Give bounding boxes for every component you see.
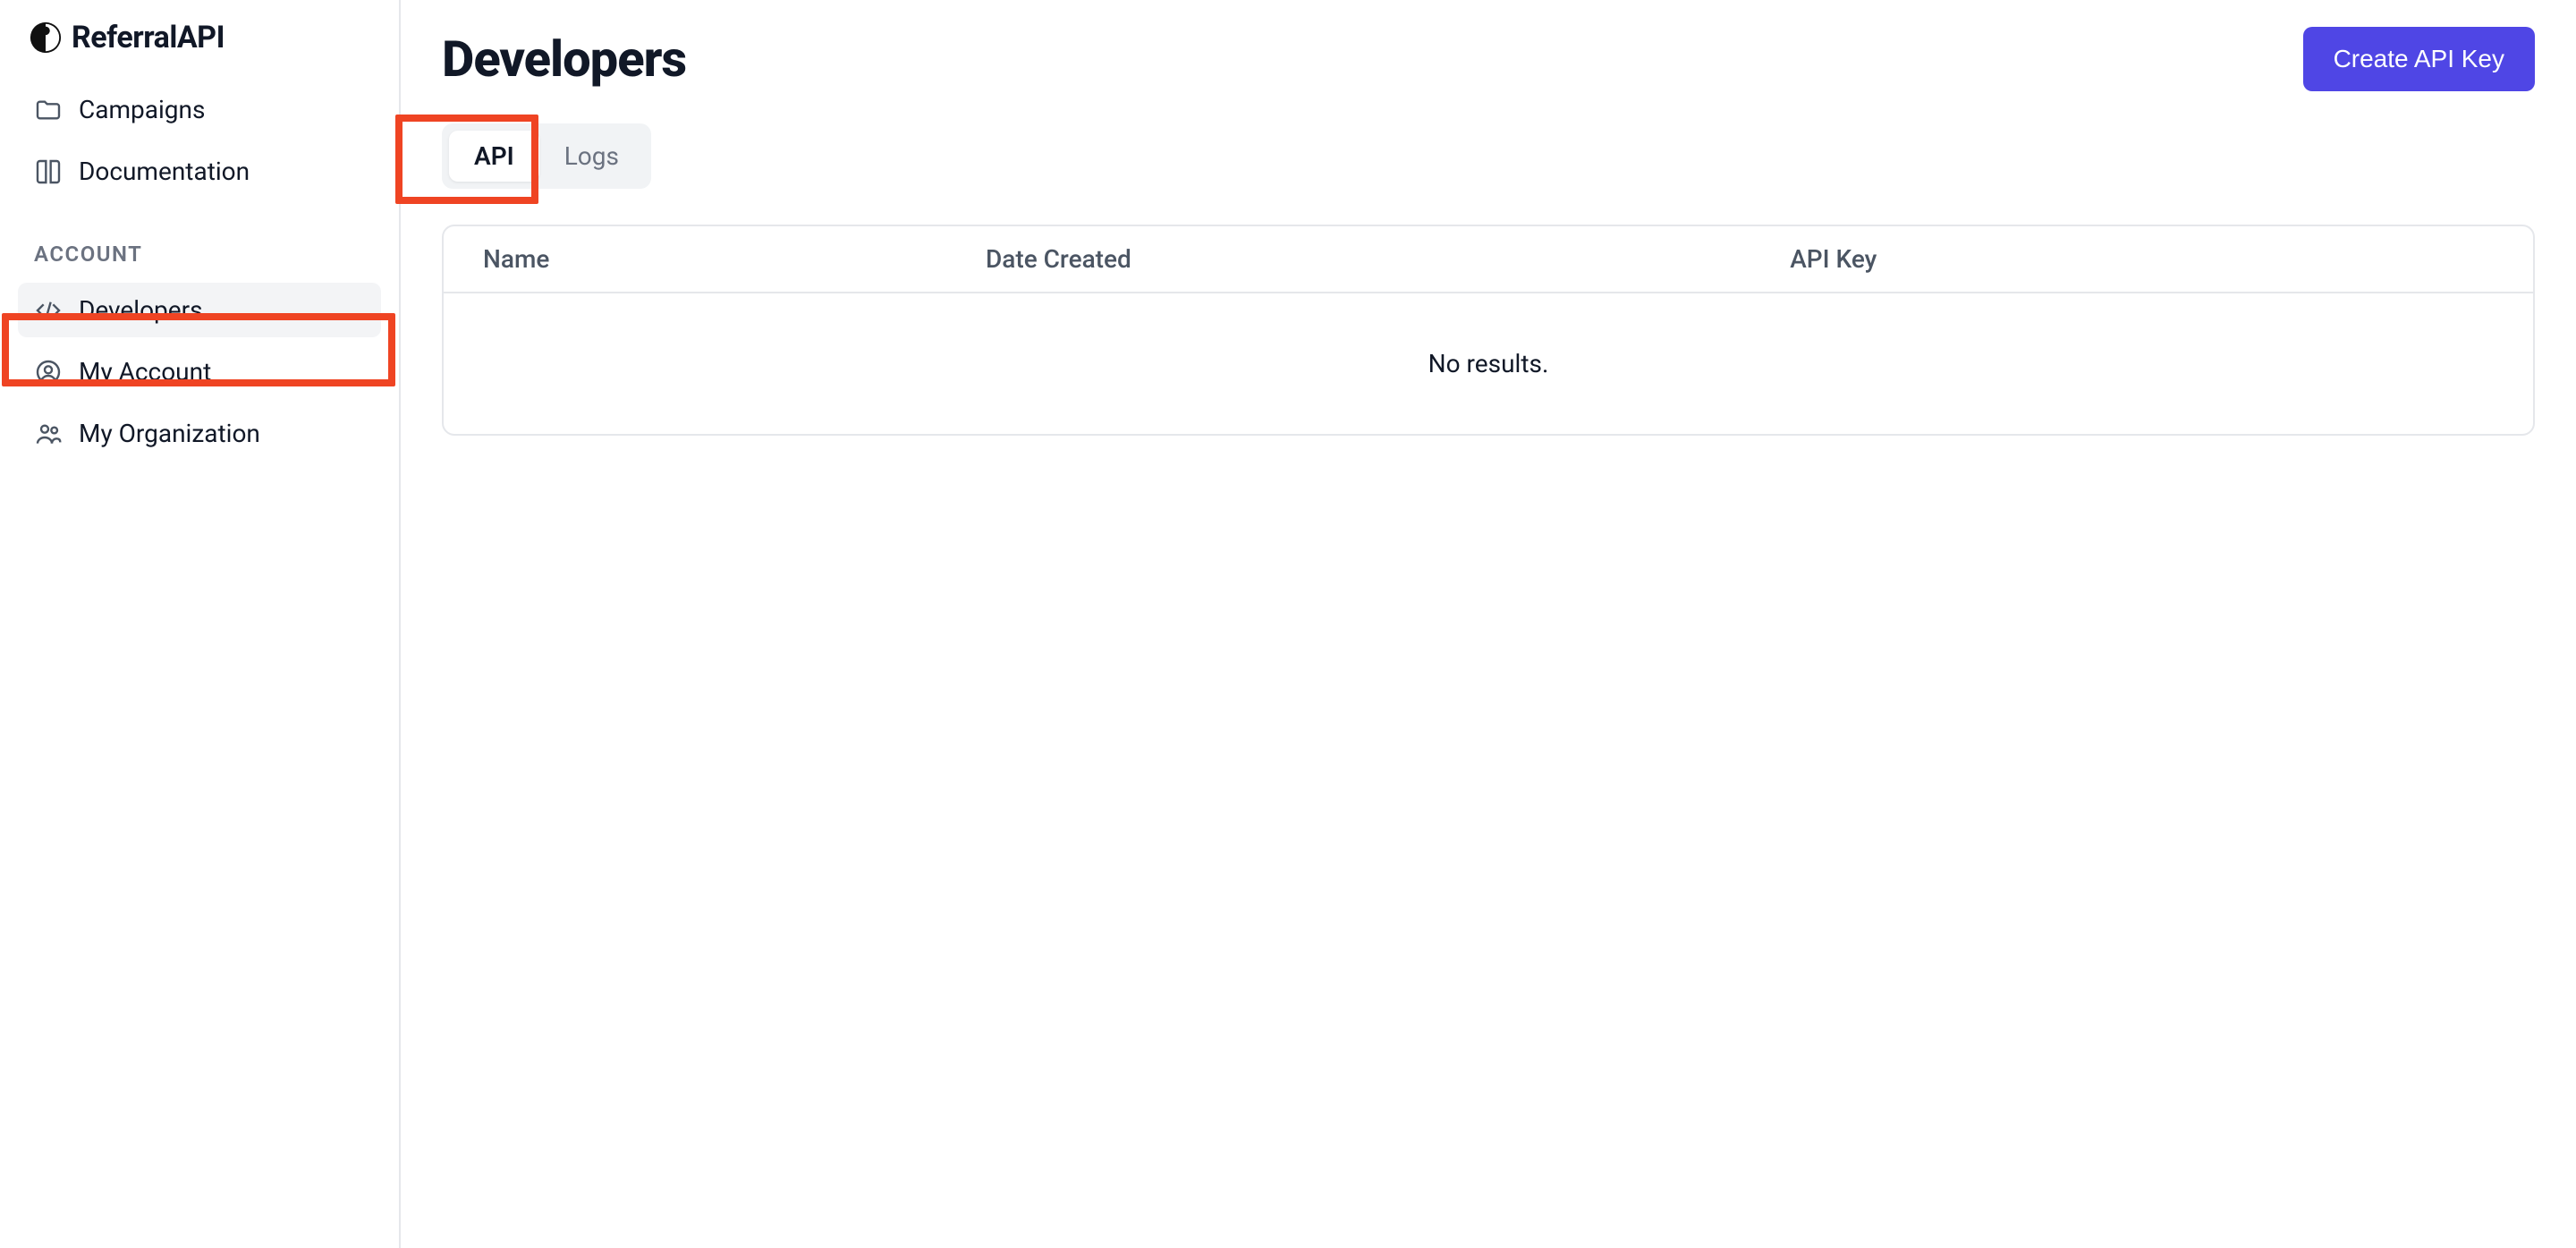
sidebar-item-my-account[interactable]: My Account [18,344,381,399]
logo-text: ReferralAPI [72,20,225,55]
logo-icon [29,21,63,55]
sidebar-item-my-organization[interactable]: My Organization [18,406,381,461]
api-keys-table: Name Date Created API Key No results. [442,225,2535,436]
table-header-date-created: Date Created [986,244,1790,274]
sidebar: ReferralAPI Campaigns Documentation ACCO… [0,0,401,1248]
sidebar-section-label: ACCOUNT [18,206,381,283]
tab-logs[interactable]: Logs [539,131,644,182]
users-icon [34,420,63,448]
code-icon [34,296,63,325]
table-header-name: Name [483,244,986,274]
sidebar-item-documentation[interactable]: Documentation [18,144,381,199]
sidebar-item-label: Developers [79,295,203,325]
table-header-row: Name Date Created API Key [444,226,2533,293]
page-title: Developers [442,30,686,89]
sidebar-item-label: Documentation [79,157,250,186]
user-icon [34,358,63,386]
sidebar-item-campaigns[interactable]: Campaigns [18,82,381,137]
main-content: Developers Create API Key API Logs Name … [401,0,2576,1248]
folder-icon [34,96,63,124]
logo[interactable]: ReferralAPI [18,20,381,82]
sidebar-item-label: My Organization [79,419,260,448]
sidebar-item-developers[interactable]: Developers [18,283,381,337]
page-header: Developers Create API Key [442,27,2535,91]
table-empty-state: No results. [444,293,2533,434]
tabs: API Logs [442,123,651,189]
book-icon [34,157,63,186]
sidebar-item-label: Campaigns [79,95,205,124]
sidebar-item-label: My Account [79,357,211,386]
create-api-key-button[interactable]: Create API Key [2303,27,2535,91]
table-header-api-key: API Key [1790,244,2494,274]
tab-api[interactable]: API [449,131,539,182]
